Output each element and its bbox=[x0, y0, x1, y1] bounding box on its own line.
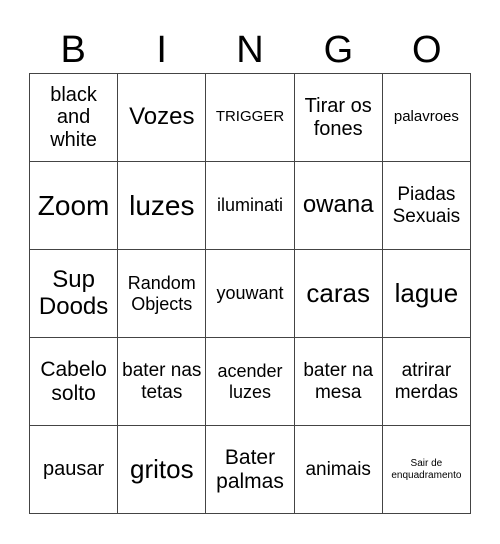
bingo-cell[interactable]: luzes bbox=[118, 162, 207, 250]
header-letter-b: B bbox=[60, 29, 86, 71]
bingo-cell[interactable]: bater nas tetas bbox=[118, 338, 207, 426]
header-letter-i: I bbox=[156, 29, 167, 71]
bingo-cell[interactable]: palavroes bbox=[382, 74, 471, 162]
bingo-cell[interactable]: atrirar merdas bbox=[382, 338, 471, 426]
bingo-cell[interactable]: Zoom bbox=[30, 162, 119, 250]
bingo-cell[interactable]: Sair de enquadramento bbox=[382, 426, 471, 514]
bingo-cell[interactable]: gritos bbox=[118, 426, 207, 514]
bingo-cell[interactable]: Tirar os fones bbox=[294, 74, 383, 162]
bingo-cell[interactable]: TRIGGER bbox=[206, 74, 295, 162]
bingo-cell[interactable]: animais bbox=[294, 426, 383, 514]
bingo-cell[interactable]: lague bbox=[382, 250, 471, 338]
bingo-cell[interactable]: caras bbox=[294, 250, 383, 338]
bingo-cell[interactable]: owana bbox=[294, 162, 383, 250]
bingo-cell[interactable]: youwant bbox=[206, 250, 295, 338]
bingo-cell[interactable]: Cabelo solto bbox=[30, 338, 119, 426]
bingo-cell[interactable]: Vozes bbox=[118, 74, 207, 162]
bingo-cell[interactable]: pausar bbox=[30, 426, 119, 514]
bingo-cell[interactable]: black and white bbox=[30, 74, 119, 162]
bingo-cell[interactable]: Bater palmas bbox=[206, 426, 295, 514]
header-letter-o: O bbox=[412, 29, 442, 71]
bingo-cell[interactable]: Random Objects bbox=[118, 250, 207, 338]
header-letter-n: N bbox=[236, 29, 264, 71]
bingo-cell[interactable]: iluminati bbox=[206, 162, 295, 250]
bingo-cell[interactable]: Piadas Sexuais bbox=[382, 162, 471, 250]
bingo-cell[interactable]: acender luzes bbox=[206, 338, 295, 426]
bingo-cell[interactable]: Sup Doods bbox=[30, 250, 119, 338]
bingo-grid: black and white Vozes TRIGGER Tirar os f… bbox=[29, 73, 471, 514]
bingo-header: B I N G O bbox=[29, 28, 471, 72]
bingo-cell[interactable]: bater na mesa bbox=[294, 338, 383, 426]
header-letter-g: G bbox=[323, 29, 354, 71]
